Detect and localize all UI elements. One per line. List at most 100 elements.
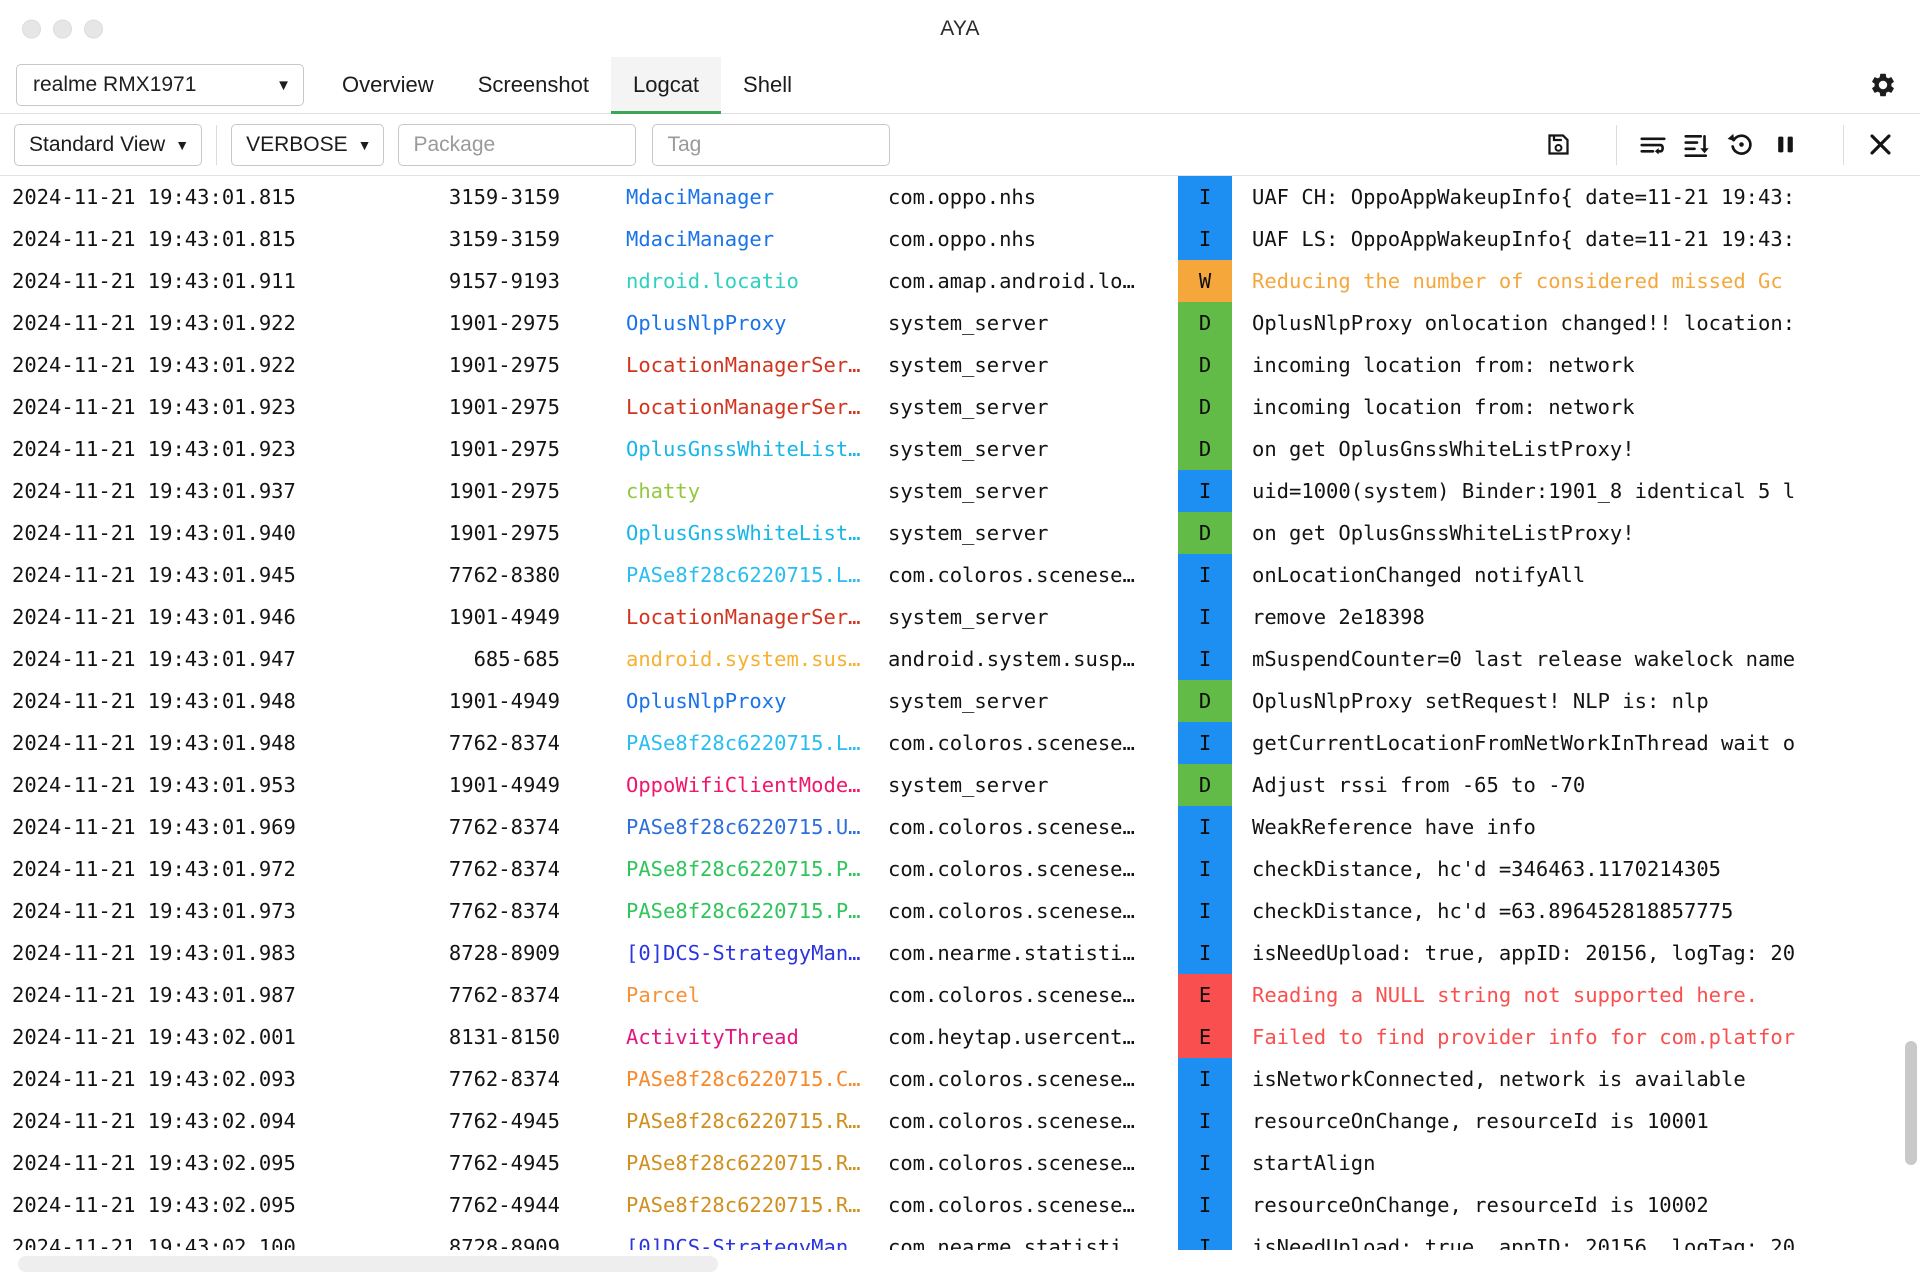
log-row[interactable]: 2024-11-21 19:43:01.945 7762-8380 PASe8f28… bbox=[0, 554, 1920, 596]
close-logcat-button[interactable] bbox=[1858, 123, 1902, 167]
log-row[interactable]: 2024-11-21 19:43:01.922 1901-2975 OplusNlp… bbox=[0, 302, 1920, 344]
log-message: UAF CH: OppoAppWakeupInfo{ date=11-21 19… bbox=[1252, 185, 1796, 209]
log-tag: PASe8f28c6220715.Re… bbox=[626, 1193, 870, 1217]
log-row[interactable]: 2024-11-21 19:43:01.947 685-685 android.sy… bbox=[0, 638, 1920, 680]
log-timestamp: 2024-11-21 19:43:01.937 bbox=[12, 479, 296, 503]
settings-button[interactable] bbox=[1866, 68, 1900, 102]
log-level-badge: I bbox=[1178, 470, 1232, 512]
log-tag: PASe8f28c6220715.Re… bbox=[626, 1151, 870, 1175]
log-message: on get OplusGnssWhiteListProxy! bbox=[1252, 521, 1635, 545]
package-filter-input[interactable] bbox=[398, 123, 637, 166]
log-tag: LocationManagerServ… bbox=[626, 395, 870, 419]
log-row[interactable]: 2024-11-21 19:43:02.094 7762-4945 PASe8f28… bbox=[0, 1100, 1920, 1142]
log-level-badge: I bbox=[1178, 554, 1232, 596]
device-selector-label: realme RMX1971 bbox=[33, 73, 197, 96]
log-message: OplusNlpProxy setRequest! NLP is: nlp bbox=[1252, 689, 1709, 713]
word-wrap-button[interactable] bbox=[1631, 123, 1675, 167]
log-row[interactable]: 2024-11-21 19:43:02.095 7762-4945 PASe8f28… bbox=[0, 1142, 1920, 1184]
log-row[interactable]: 2024-11-21 19:43:02.001 8131-8150 Activity… bbox=[0, 1016, 1920, 1058]
log-pid-tid: 7762-4945 bbox=[448, 1151, 560, 1175]
log-package: com.coloros.scenese… bbox=[888, 563, 1135, 587]
log-row[interactable]: 2024-11-21 19:43:01.815 3159-3159 MdaciMan… bbox=[0, 176, 1920, 218]
log-package: com.oppo.nhs bbox=[888, 227, 1037, 251]
log-row[interactable]: 2024-11-21 19:43:01.911 9157-9193 ndroid.l… bbox=[0, 260, 1920, 302]
log-row[interactable]: 2024-11-21 19:43:01.937 1901-2975 chatty sy… bbox=[0, 470, 1920, 512]
log-timestamp: 2024-11-21 19:43:01.983 bbox=[12, 941, 296, 965]
tab-overview-label: Overview bbox=[342, 72, 434, 97]
log-package: system_server bbox=[888, 689, 1049, 713]
log-row[interactable]: 2024-11-21 19:43:01.948 1901-4949 OplusNlp… bbox=[0, 680, 1920, 722]
log-message: resourceOnChange, resourceId is 10001 bbox=[1252, 1109, 1709, 1133]
title-bar: AYA bbox=[0, 0, 1920, 57]
log-message: getCurrentLocationFromNetWorkInThread wa… bbox=[1252, 731, 1796, 755]
tab-shell[interactable]: Shell bbox=[721, 57, 814, 114]
log-pid-tid: 1901-2975 bbox=[448, 521, 560, 545]
log-package: com.coloros.scenese… bbox=[888, 1151, 1135, 1175]
log-row[interactable]: 2024-11-21 19:43:01.940 1901-2975 OplusGns… bbox=[0, 512, 1920, 554]
log-package: com.nearme.statisti… bbox=[888, 1235, 1135, 1250]
log-row[interactable]: 2024-11-21 19:43:01.923 1901-2975 Location… bbox=[0, 386, 1920, 428]
gear-icon bbox=[1872, 73, 1894, 97]
log-tag: PASe8f28c6220715.Ph… bbox=[626, 899, 870, 923]
log-row[interactable]: 2024-11-21 19:43:01.948 7762-8374 PASe8f28… bbox=[0, 722, 1920, 764]
close-window-button[interactable] bbox=[22, 19, 41, 38]
log-package: com.nearme.statisti… bbox=[888, 941, 1135, 965]
log-package: com.coloros.scenese… bbox=[888, 731, 1135, 755]
log-tag: PASe8f28c6220715.Lo… bbox=[626, 563, 870, 587]
log-timestamp: 2024-11-21 19:43:01.953 bbox=[12, 773, 296, 797]
log-timestamp: 2024-11-21 19:43:01.947 bbox=[12, 647, 296, 671]
log-row[interactable]: 2024-11-21 19:43:01.922 1901-2975 Location… bbox=[0, 344, 1920, 386]
log-row[interactable]: 2024-11-21 19:43:02.093 7762-8374 PASe8f28… bbox=[0, 1058, 1920, 1100]
log-pid-tid: 1901-4949 bbox=[448, 605, 560, 629]
log-level-badge: I bbox=[1178, 218, 1232, 260]
log-pid-tid: 3159-3159 bbox=[448, 227, 560, 251]
log-timestamp: 2024-11-21 19:43:01.973 bbox=[12, 899, 296, 923]
horizontal-scrollbar-thumb[interactable] bbox=[18, 1256, 718, 1272]
logcat-output[interactable]: 2024-11-21 19:43:01.815 3159-3159 MdaciMan… bbox=[0, 176, 1920, 1250]
log-timestamp: 2024-11-21 19:43:01.911 bbox=[12, 269, 296, 293]
log-row[interactable]: 2024-11-21 19:43:01.973 7762-8374 PASe8f28… bbox=[0, 890, 1920, 932]
log-row[interactable]: 2024-11-21 19:43:01.946 1901-4949 Location… bbox=[0, 596, 1920, 638]
log-level-badge: I bbox=[1178, 1058, 1232, 1100]
scroll-to-bottom-button[interactable] bbox=[1675, 123, 1719, 167]
log-row[interactable]: 2024-11-21 19:43:01.972 7762-8374 PASe8f28… bbox=[0, 848, 1920, 890]
horizontal-scrollbar[interactable] bbox=[0, 1250, 1920, 1280]
log-pid-tid: 1901-2975 bbox=[448, 479, 560, 503]
log-message: isNeedUpload: true, appID: 20156, logTag… bbox=[1252, 1235, 1796, 1250]
device-selector[interactable]: realme RMX1971 ▼ bbox=[16, 64, 304, 106]
restart-logcat-button[interactable] bbox=[1719, 123, 1763, 167]
vertical-scrollbar-thumb[interactable] bbox=[1905, 1041, 1917, 1165]
log-message: Failed to find provider info for com.pla… bbox=[1252, 1025, 1796, 1049]
window-title: AYA bbox=[940, 16, 980, 40]
log-row[interactable]: 2024-11-21 19:43:01.923 1901-2975 OplusGns… bbox=[0, 428, 1920, 470]
log-row[interactable]: 2024-11-21 19:43:01.953 1901-4949 OppoWifi… bbox=[0, 764, 1920, 806]
log-level-badge: D bbox=[1178, 344, 1232, 386]
log-level-selector[interactable]: VERBOSE ▼ bbox=[231, 123, 385, 166]
log-row[interactable]: 2024-11-21 19:43:01.987 7762-8374 Parcel co… bbox=[0, 974, 1920, 1016]
pause-logcat-button[interactable] bbox=[1763, 123, 1807, 167]
log-row[interactable]: 2024-11-21 19:43:01.815 3159-3159 MdaciMan… bbox=[0, 218, 1920, 260]
scroll-to-bottom-icon bbox=[1684, 134, 1709, 157]
log-row[interactable]: 2024-11-21 19:43:02.095 7762-4944 PASe8f28… bbox=[0, 1184, 1920, 1226]
log-level-badge: D bbox=[1178, 680, 1232, 722]
log-row[interactable]: 2024-11-21 19:43:02.100 8728-8909 [0]DCS-S… bbox=[0, 1226, 1920, 1250]
log-row[interactable]: 2024-11-21 19:43:01.983 8728-8909 [0]DCS-S… bbox=[0, 932, 1920, 974]
minimize-window-button[interactable] bbox=[53, 19, 72, 38]
log-message: checkDistance, hc'd =346463.1170214305 bbox=[1252, 857, 1721, 881]
tab-overview[interactable]: Overview bbox=[320, 57, 456, 114]
log-pid-tid: 1901-4949 bbox=[448, 689, 560, 713]
chevron-down-icon: ▼ bbox=[276, 76, 291, 94]
log-pid-tid: 8728-8909 bbox=[448, 941, 560, 965]
log-message: checkDistance, hc'd =63.896452818857775 bbox=[1252, 899, 1734, 923]
tag-filter-input[interactable] bbox=[652, 123, 891, 166]
tab-list: Overview Screenshot Logcat Shell bbox=[320, 56, 814, 114]
view-mode-selector[interactable]: Standard View ▼ bbox=[14, 123, 203, 166]
maximize-window-button[interactable] bbox=[84, 19, 103, 38]
log-level-badge: I bbox=[1178, 1226, 1232, 1250]
tab-logcat[interactable]: Logcat bbox=[610, 56, 722, 114]
tab-screenshot[interactable]: Screenshot bbox=[456, 57, 611, 114]
view-mode-label: Standard View bbox=[29, 132, 166, 156]
log-timestamp: 2024-11-21 19:43:01.923 bbox=[12, 437, 296, 461]
log-row[interactable]: 2024-11-21 19:43:01.969 7762-8374 PASe8f28… bbox=[0, 806, 1920, 848]
save-log-button[interactable] bbox=[1536, 123, 1580, 167]
